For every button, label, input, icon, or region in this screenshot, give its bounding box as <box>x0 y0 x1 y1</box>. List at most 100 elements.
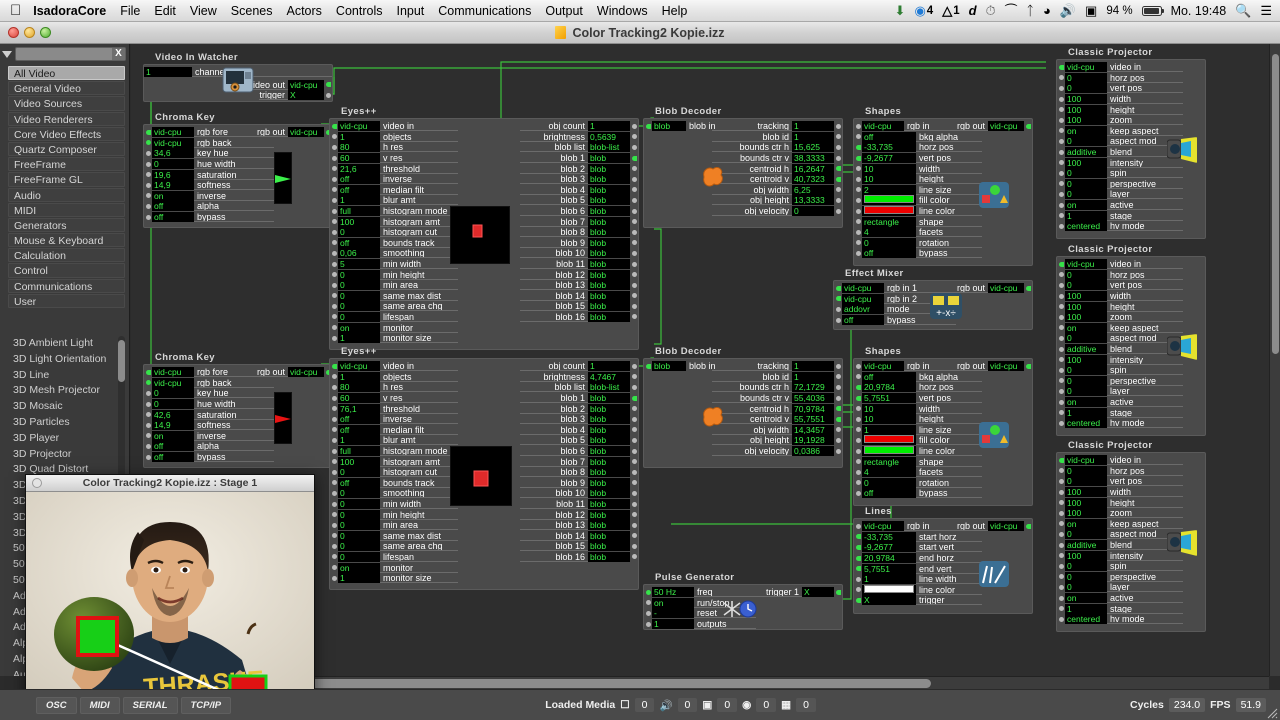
param-value[interactable]: off <box>338 414 380 425</box>
param-row[interactable]: off bypass <box>854 248 982 259</box>
input-port[interactable] <box>146 433 151 439</box>
input-port[interactable] <box>1059 616 1064 622</box>
input-port[interactable] <box>146 412 151 418</box>
input-port[interactable] <box>1059 314 1064 320</box>
menu-file[interactable]: File <box>120 4 140 18</box>
param-value[interactable]: on <box>338 322 380 333</box>
input-port[interactable] <box>332 363 337 369</box>
param-value[interactable]: off <box>152 201 194 212</box>
input-port[interactable] <box>1059 563 1064 569</box>
input-port[interactable] <box>856 155 861 161</box>
param-row[interactable]: centered hv mode <box>1057 418 1185 429</box>
param-value[interactable]: 20,9784 <box>862 382 916 393</box>
param-value[interactable]: blob-list <box>588 142 630 153</box>
param-row[interactable]: Xtrigger <box>854 595 982 606</box>
param-row[interactable]: 1 blur amt <box>330 195 458 206</box>
input-port[interactable] <box>332 533 337 539</box>
param-row[interactable]: on keep aspect <box>1057 125 1185 137</box>
output-port[interactable] <box>632 314 637 320</box>
output-port[interactable] <box>836 155 841 161</box>
param-value[interactable]: 1 <box>338 131 380 142</box>
input-port[interactable] <box>856 523 861 529</box>
module-body[interactable]: vid-cpu video in 0 horz pos 0 vert pos 100 widt… <box>1056 256 1206 436</box>
param-value[interactable]: blob <box>588 456 630 467</box>
param-row[interactable]: 0 hue width <box>144 399 332 410</box>
param-row[interactable]: 0 min height <box>330 269 458 280</box>
module-classic-projector-3[interactable]: Classic Projector vid-cpu video in 0 horz p… <box>1056 440 1206 632</box>
adobe-status[interactable]: △ 1 <box>942 3 959 19</box>
module-body[interactable]: blob blob in tracking 1 blob id 1 bounds ctr… <box>643 358 843 468</box>
param-value[interactable]: 0 <box>152 159 194 170</box>
input-port[interactable] <box>1059 335 1064 341</box>
input-port[interactable] <box>856 197 861 203</box>
param-value[interactable]: full <box>338 206 380 217</box>
input-port[interactable] <box>146 454 151 460</box>
module-body[interactable]: 1 channel video out vid-cpu trigger X <box>143 64 333 102</box>
param-row[interactable]: brightness 4,7467 <box>520 371 638 383</box>
param-row[interactable]: fill color <box>854 195 982 206</box>
param-value[interactable]: 0 <box>1065 168 1107 179</box>
param-row[interactable]: full histogram mode <box>330 206 458 217</box>
output-port[interactable] <box>632 176 637 182</box>
param-value[interactable]: 1 <box>792 131 834 142</box>
output-port[interactable] <box>632 197 637 203</box>
battery-icon[interactable] <box>1141 5 1164 16</box>
param-value[interactable]: vid-cpu <box>988 283 1024 294</box>
param-value[interactable]: blob <box>588 541 630 552</box>
param-value[interactable]: 0 <box>338 541 380 552</box>
param-row[interactable]: 0 same area chg <box>330 301 458 312</box>
param-value[interactable]: 0 <box>338 530 380 541</box>
param-value[interactable]: 0 <box>338 509 380 520</box>
param-row[interactable]: blob 15 blob <box>520 301 638 312</box>
input-port[interactable] <box>146 443 151 449</box>
output-port[interactable] <box>1026 363 1031 369</box>
output-port[interactable] <box>836 406 841 412</box>
param-value[interactable]: 0 <box>338 301 380 312</box>
param-row[interactable]: 0 same area chg <box>330 541 458 552</box>
input-port[interactable] <box>856 587 861 593</box>
param-row[interactable]: 100 intensity <box>1057 157 1185 168</box>
param-value[interactable]: off <box>338 477 380 488</box>
param-value[interactable]: 0 <box>1065 189 1107 200</box>
param-value[interactable]: 14,3457 <box>792 424 834 435</box>
input-port[interactable] <box>1059 457 1064 463</box>
param-row[interactable]: off bkg alpha <box>854 371 982 383</box>
param-value[interactable]: 100 <box>1065 487 1107 498</box>
input-port[interactable] <box>332 459 337 465</box>
output-port[interactable] <box>632 240 637 246</box>
list-item[interactable]: 3D Projector <box>0 447 130 463</box>
param-value[interactable]: 0,06 <box>338 248 380 259</box>
param-value[interactable]: 0 <box>1065 269 1107 280</box>
menu-edit[interactable]: Edit <box>154 4 176 18</box>
param-row[interactable]: 14,9 softness <box>144 180 332 191</box>
module-body[interactable]: vid-cpu rgb fore rgb out vid-cpu vid-cpu… <box>143 364 333 468</box>
param-row[interactable]: 0 rotation <box>854 477 982 489</box>
category-item-generators[interactable]: Generators <box>8 217 125 233</box>
param-value[interactable]: vid-cpu <box>862 121 904 132</box>
param-value[interactable]: blob <box>588 435 630 446</box>
param-row[interactable]: 0 smoothing <box>330 488 458 499</box>
param-value[interactable]: vid-cpu <box>152 377 194 388</box>
input-port[interactable] <box>1059 304 1064 310</box>
param-row[interactable]: 0 histogram cut <box>330 227 458 238</box>
param-row[interactable]: bounds ctr v 55,4036 <box>712 393 842 404</box>
output-port[interactable] <box>632 187 637 193</box>
menu-view[interactable]: View <box>190 4 217 18</box>
param-value[interactable]: off <box>152 452 194 463</box>
param-row[interactable]: 0 vert pos <box>1057 280 1185 291</box>
param-row[interactable]: 76,1 threshold <box>330 403 458 414</box>
input-port[interactable] <box>332 250 337 256</box>
param-value[interactable]: off <box>862 131 916 142</box>
param-value[interactable]: on <box>1065 322 1107 333</box>
output-port[interactable] <box>836 395 841 401</box>
param-value[interactable]: 0 <box>338 280 380 291</box>
param-row[interactable]: bounds ctr h 72,1729 <box>712 382 842 393</box>
param-row[interactable]: 1 monitor size <box>330 573 458 584</box>
param-value[interactable]: blob <box>588 290 630 301</box>
output-port[interactable] <box>632 480 637 486</box>
clear-search-icon[interactable]: X <box>112 48 125 60</box>
param-row[interactable]: blob 16 blob <box>520 311 638 323</box>
input-port[interactable] <box>146 214 151 220</box>
output-port[interactable] <box>836 448 841 454</box>
output-port[interactable] <box>632 459 637 465</box>
